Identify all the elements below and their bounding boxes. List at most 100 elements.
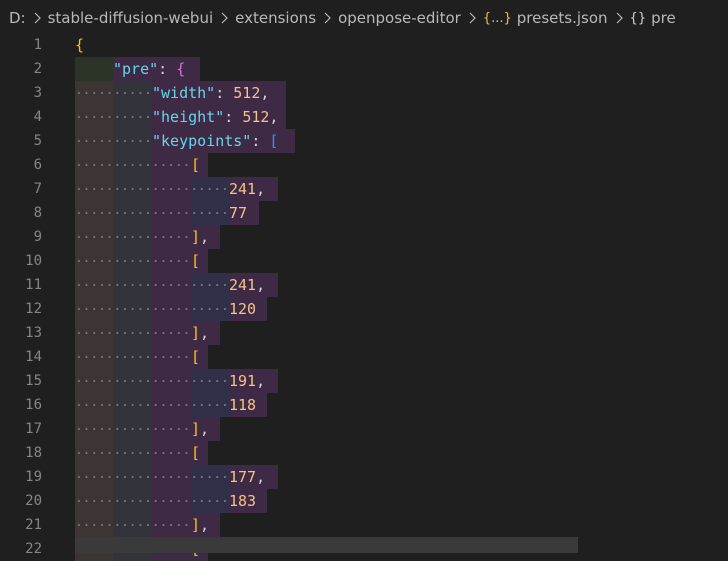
indent-highlight	[75, 57, 113, 81]
code-line[interactable]: 4 "height": 512,	[0, 105, 728, 129]
breadcrumb-folder-extensions[interactable]: extensions	[235, 9, 316, 27]
code-line[interactable]: 15 191,	[0, 369, 728, 393]
line-number: 20	[25, 493, 42, 509]
line-number: 15	[25, 373, 42, 389]
line-number: 16	[25, 397, 42, 413]
code-line[interactable]: 11 241,	[0, 273, 728, 297]
line-number: 17	[25, 421, 42, 437]
colon: :	[158, 60, 177, 78]
whitespace-dots	[75, 116, 151, 118]
code-line[interactable]: 10 [	[0, 249, 728, 273]
json-key: "height"	[152, 108, 225, 126]
code-line[interactable]: 14 [	[0, 345, 728, 369]
whitespace-dots	[75, 356, 189, 358]
horizontal-scrollbar-thumb[interactable]	[75, 537, 578, 553]
comma: ,	[200, 516, 210, 534]
breadcrumb-drive[interactable]: D:	[9, 9, 26, 27]
bracket: ]	[191, 324, 201, 342]
whitespace-dots	[75, 452, 189, 454]
object-symbol-icon: {}	[629, 10, 647, 26]
breadcrumb: D: stable-diffusion-webui extensions ope…	[0, 0, 728, 36]
code-line[interactable]: 18 [	[0, 441, 728, 465]
whitespace-dots	[75, 212, 228, 214]
json-number: 191	[229, 372, 257, 390]
breadcrumb-folder-openpose-editor[interactable]: openpose-editor	[338, 9, 461, 27]
whitespace-dots	[75, 404, 228, 406]
breadcrumb-file[interactable]: presets.json	[517, 9, 608, 27]
code-line[interactable]: 7 241,	[0, 177, 728, 201]
whitespace-dots	[75, 140, 151, 142]
comma: ,	[256, 276, 266, 294]
line-number: 1	[33, 37, 42, 53]
line-number: 10	[25, 253, 42, 269]
code-line[interactable]: 21 ],	[0, 513, 728, 537]
breadcrumb-symbol[interactable]: pre	[651, 9, 676, 27]
bracket: ]	[191, 228, 201, 246]
comma: ,	[256, 468, 266, 486]
line-number: 5	[33, 133, 42, 149]
whitespace-dots	[75, 92, 151, 94]
code-line[interactable]: 9 ],	[0, 225, 728, 249]
code-line[interactable]: 12 120	[0, 297, 728, 321]
json-number: 77	[229, 204, 248, 222]
line-number: 2	[33, 61, 42, 77]
code-line[interactable]: 5 "keypoints": [	[0, 129, 728, 153]
code-line[interactable]: 16 118	[0, 393, 728, 417]
chevron-right-icon	[322, 11, 334, 25]
whitespace-dots	[75, 332, 189, 334]
code-line[interactable]: 6 [	[0, 153, 728, 177]
line-number: 21	[25, 517, 42, 533]
code-line[interactable]: 19 177,	[0, 465, 728, 489]
line-number: 22	[25, 541, 42, 557]
chevron-right-icon	[614, 11, 626, 25]
whitespace-dots	[75, 380, 228, 382]
whitespace-dots	[75, 164, 189, 166]
chevron-right-icon	[32, 11, 44, 25]
json-file-icon: {...}	[482, 10, 512, 26]
json-number: 177	[229, 468, 257, 486]
whitespace-dots	[75, 236, 189, 238]
code-editor[interactable]: 1 { 2 "pre": { 3 "width": 512, 4 "height…	[0, 33, 728, 561]
line-number: 19	[25, 469, 42, 485]
colon: :	[215, 84, 234, 102]
comma: ,	[260, 84, 270, 102]
comma: ,	[256, 180, 266, 198]
json-key: "keypoints"	[152, 132, 252, 150]
comma: ,	[269, 108, 279, 126]
code-line[interactable]: 2 "pre": {	[0, 57, 728, 81]
line-number: 3	[33, 85, 42, 101]
whitespace-dots	[75, 428, 189, 430]
breadcrumb-folder-stable-diffusion-webui[interactable]: stable-diffusion-webui	[48, 9, 214, 27]
line-number: 6	[33, 157, 42, 173]
code-line[interactable]: 3 "width": 512,	[0, 81, 728, 105]
json-number: 512	[242, 108, 270, 126]
colon: :	[224, 108, 243, 126]
whitespace-dots	[75, 260, 189, 262]
whitespace-dots	[75, 476, 228, 478]
code-line[interactable]: 13 ],	[0, 321, 728, 345]
comma: ,	[256, 372, 266, 390]
whitespace-dots	[75, 188, 228, 190]
bracket: [	[191, 444, 201, 462]
code-line[interactable]: 20 183	[0, 489, 728, 513]
brace: {	[75, 36, 85, 54]
bracket: [	[269, 132, 279, 150]
comma: ,	[200, 324, 210, 342]
json-key: "width"	[152, 84, 216, 102]
colon: :	[251, 132, 270, 150]
line-number: 14	[25, 349, 42, 365]
code-line[interactable]: 1 {	[0, 33, 728, 57]
json-number: 183	[229, 492, 257, 510]
line-number: 11	[25, 277, 42, 293]
json-number: 512	[233, 84, 261, 102]
json-number: 241	[229, 276, 257, 294]
line-number: 8	[33, 205, 42, 221]
whitespace-dots	[75, 500, 228, 502]
code-line[interactable]: 17 ],	[0, 417, 728, 441]
code-line[interactable]: 8 77	[0, 201, 728, 225]
line-number: 4	[33, 109, 42, 125]
line-number: 13	[25, 325, 42, 341]
line-number: 9	[33, 229, 42, 245]
chevron-right-icon	[219, 11, 231, 25]
brace: {	[176, 60, 186, 78]
